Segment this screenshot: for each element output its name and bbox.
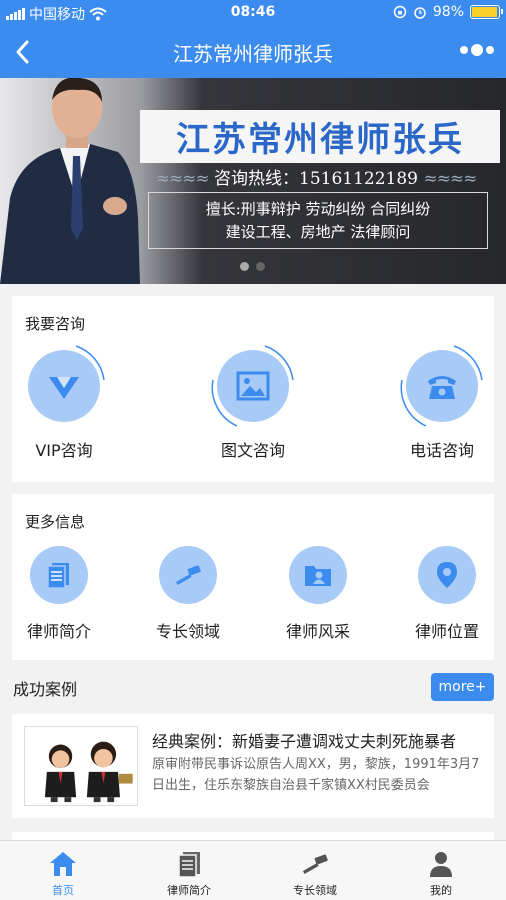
lawyer-style-button[interactable]: 律师风采 bbox=[273, 546, 363, 642]
phone-consult-label: 电话咨询 bbox=[409, 441, 474, 460]
specialty-area-label: 专长领域 bbox=[155, 622, 220, 641]
specialty-area-button[interactable]: 专长领域 bbox=[143, 546, 233, 642]
lawyer-style-label: 律师风采 bbox=[285, 622, 350, 641]
carousel-dots bbox=[240, 262, 265, 271]
location-pin-icon bbox=[437, 562, 457, 588]
status-right: 98% bbox=[393, 4, 503, 20]
banner-carousel[interactable]: 江苏常州律师张兵 ≈≈≈≈ 咨询热线：15161122189 ≈≈≈≈ 擅长:刑… bbox=[0, 78, 506, 284]
specialty-line-2: 建设工程、房地产 法律顾问 bbox=[225, 223, 411, 241]
case-description: 原审附带民事诉讼原告人周XX，男，黎族，1991年3月7日出生，住乐东黎族自治县… bbox=[152, 757, 480, 793]
specialty-box: 擅长:刑事辩护 劳动纠纷 合同纠纷 建设工程、房地产 法律顾问 bbox=[148, 192, 488, 249]
battery-icon bbox=[470, 5, 503, 19]
more-info-title: 更多信息 bbox=[25, 513, 86, 531]
carousel-dot[interactable] bbox=[240, 262, 249, 271]
page-title: 江苏常州律师张兵 bbox=[173, 42, 333, 66]
rotation-lock-icon bbox=[393, 5, 407, 19]
phone-icon bbox=[428, 376, 456, 399]
case-thumbnail-image bbox=[24, 726, 138, 806]
tab-specialty-label: 专长领域 bbox=[293, 884, 337, 897]
document-icon bbox=[178, 852, 200, 878]
battery-percent: 98% bbox=[432, 4, 464, 20]
more-info-card: 更多信息 律师简介 专长领域 律师风采 律师位置 bbox=[12, 494, 494, 660]
tab-bar: 首页 律师简介 专长领域 我的 bbox=[0, 840, 506, 900]
vip-icon-circle bbox=[28, 345, 105, 422]
tab-specialty[interactable]: 专长领域 bbox=[252, 841, 378, 900]
folder-user-icon bbox=[305, 566, 331, 586]
banner-title: 江苏常州律师张兵 bbox=[140, 110, 500, 163]
document-icon-circle bbox=[30, 546, 88, 604]
hotline-text: 咨询热线：15161122189 bbox=[214, 169, 418, 189]
lawyer-intro-button[interactable]: 律师简介 bbox=[14, 546, 104, 642]
specialty-line-1: 擅长:刑事辩护 劳动纠纷 合同纠纷 bbox=[205, 200, 431, 218]
vip-consult-label: VIP咨询 bbox=[35, 441, 93, 460]
cases-section-title: 成功案例 bbox=[13, 680, 78, 699]
wave-decoration-icon: ≈≈≈≈ bbox=[423, 169, 477, 189]
document-icon bbox=[47, 563, 69, 589]
tab-home[interactable]: 首页 bbox=[0, 841, 126, 900]
tab-lawyer-intro[interactable]: 律师简介 bbox=[126, 841, 252, 900]
image-text-consult-label: 图文咨询 bbox=[220, 441, 285, 460]
gavel-icon bbox=[176, 565, 201, 585]
banner-hotline: ≈≈≈≈ 咨询热线：15161122189 ≈≈≈≈ bbox=[146, 164, 486, 189]
tab-mine[interactable]: 我的 bbox=[378, 841, 504, 900]
gavel-icon-circle bbox=[159, 546, 217, 604]
vip-consult-button[interactable]: VIP咨询 bbox=[9, 345, 119, 461]
case-title: 经典案例：新婚妻子遭调戏丈夫刺死施暴者 bbox=[152, 732, 457, 751]
alarm-icon bbox=[414, 7, 426, 19]
image-icon-circle bbox=[211, 345, 294, 427]
vip-icon bbox=[49, 377, 79, 399]
consult-card: 我要咨询 VIP咨询 图文咨询 电话咨询 bbox=[12, 296, 494, 482]
tab-mine-label: 我的 bbox=[430, 884, 452, 897]
tab-home-label: 首页 bbox=[52, 884, 74, 897]
lawyer-location-label: 律师位置 bbox=[414, 622, 479, 641]
wave-decoration-icon: ≈≈≈≈ bbox=[155, 169, 210, 189]
lawyer-location-button[interactable]: 律师位置 bbox=[402, 546, 492, 642]
image-text-consult-button[interactable]: 图文咨询 bbox=[198, 345, 308, 461]
home-icon bbox=[50, 852, 76, 876]
carousel-dot[interactable] bbox=[256, 262, 265, 271]
tab-lawyer-intro-label: 律师简介 bbox=[167, 884, 211, 897]
lawyer-intro-label: 律师简介 bbox=[26, 622, 91, 641]
status-bar: 中国移动 08:46 98% bbox=[0, 0, 506, 26]
nav-bar: 江苏常州律师张兵 bbox=[0, 26, 506, 78]
folder-user-icon-circle bbox=[289, 546, 347, 604]
phone-consult-button[interactable]: 电话咨询 bbox=[387, 345, 497, 461]
more-cases-button[interactable]: more+ bbox=[431, 673, 494, 701]
user-icon bbox=[430, 852, 452, 877]
image-icon bbox=[236, 371, 270, 401]
case-list-item[interactable]: 经典案例：新婚妻子遭调戏丈夫刺死施暴者 原审附带民事诉讼原告人周XX，男，黎族，… bbox=[12, 714, 494, 818]
phone-icon-circle bbox=[400, 345, 483, 427]
consult-title: 我要咨询 bbox=[25, 315, 86, 333]
more-menu-icon[interactable] bbox=[460, 44, 494, 56]
gavel-icon bbox=[303, 854, 328, 874]
location-pin-icon-circle bbox=[418, 546, 476, 604]
